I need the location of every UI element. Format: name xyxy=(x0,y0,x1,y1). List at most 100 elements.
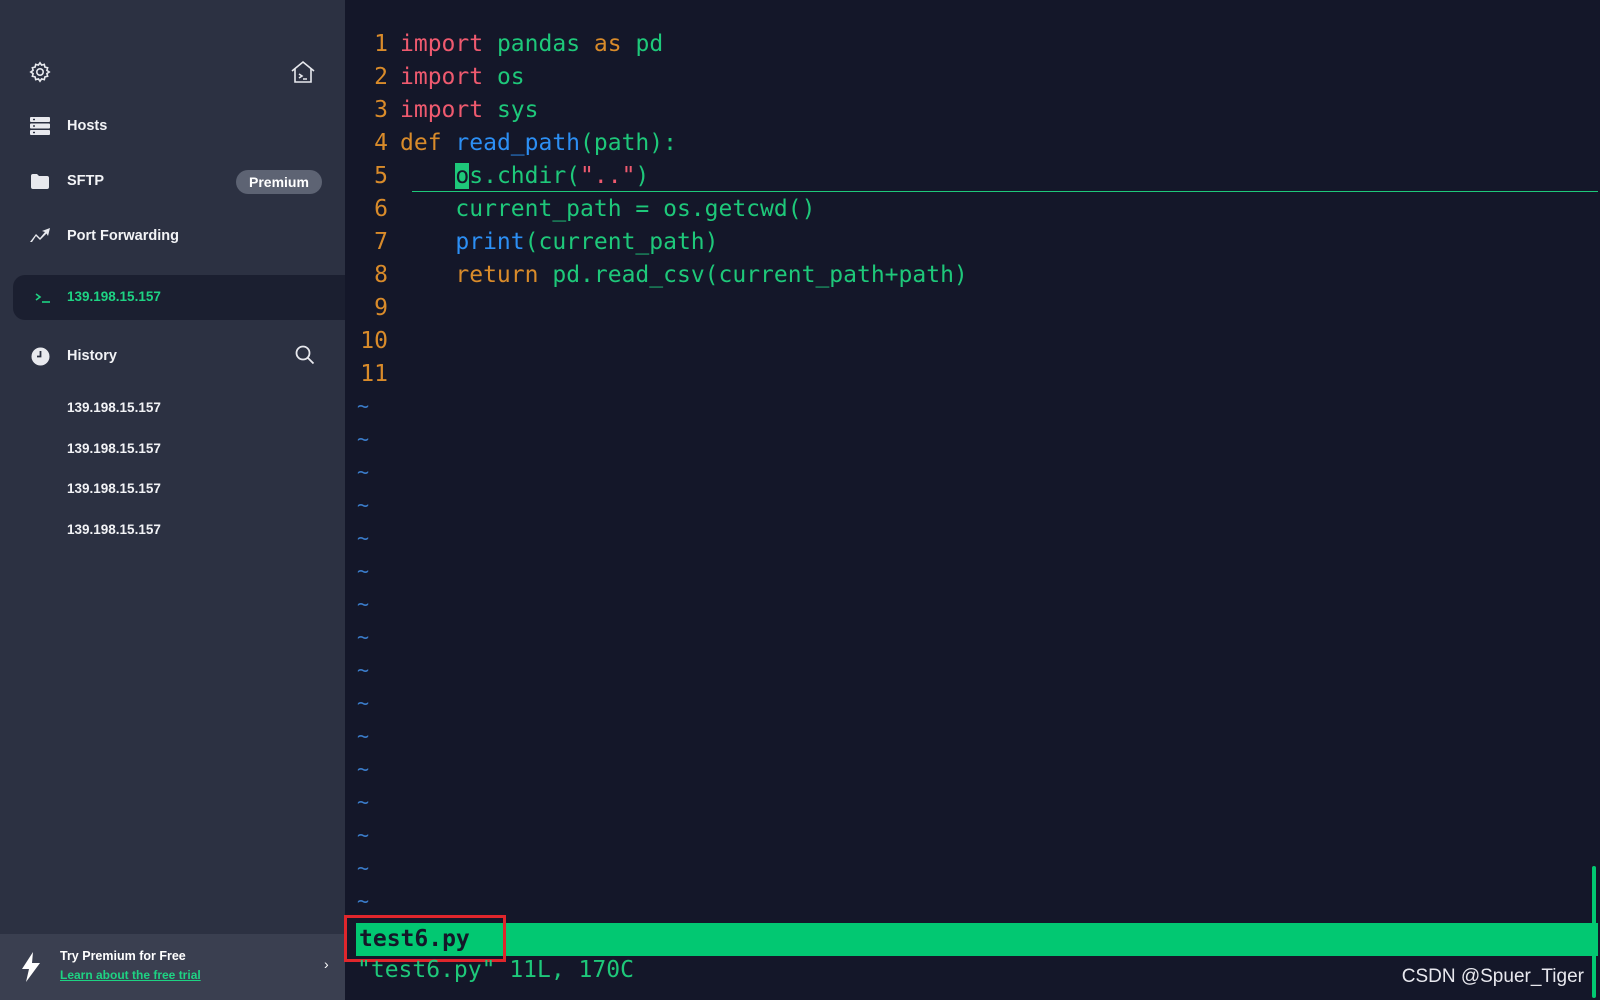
tilde-marker: ~ xyxy=(357,724,370,748)
terminal-prompt-icon xyxy=(31,286,55,310)
code-token: ) xyxy=(635,163,650,189)
tilde-marker: ~ xyxy=(357,526,370,550)
code-token: import xyxy=(400,64,484,90)
tilde-marker: ~ xyxy=(357,559,370,583)
tilde-marker: ~ xyxy=(357,394,370,418)
tilde-marker: ~ xyxy=(357,658,370,682)
code-token: pd xyxy=(635,31,664,57)
chevron-right-icon[interactable]: › xyxy=(324,956,329,972)
line-number: 2 xyxy=(374,64,388,90)
hosts-icon xyxy=(28,114,52,138)
code-line[interactable]: 10 xyxy=(345,325,400,358)
code-token: as xyxy=(593,31,622,57)
code-token: import xyxy=(400,31,484,57)
gear-icon[interactable] xyxy=(28,60,52,84)
clock-icon xyxy=(28,344,52,368)
search-icon[interactable] xyxy=(294,344,318,368)
tilde-marker: ~ xyxy=(357,493,370,517)
sidebar-item-label: Port Forwarding xyxy=(67,228,179,244)
line-number: 4 xyxy=(374,130,388,156)
history-item[interactable]: 139.198.15.157 xyxy=(67,481,161,496)
code-token: print xyxy=(455,229,525,255)
line-number: 1 xyxy=(374,31,388,57)
sidebar-item-sftp[interactable]: SFTP Premium xyxy=(0,159,345,203)
tilde-marker: ~ xyxy=(357,757,370,781)
code-token: s.chdir( xyxy=(469,163,581,189)
code-token: os xyxy=(496,64,525,90)
code-token: pandas xyxy=(496,31,581,57)
line-number: 8 xyxy=(374,262,388,288)
tilde-marker: ~ xyxy=(357,823,370,847)
port-forwarding-icon xyxy=(28,224,52,248)
tilde-marker: ~ xyxy=(357,691,370,715)
vim-command-line[interactable]: "test6.py" 11L, 170C xyxy=(357,954,634,987)
sidebar-item-port-forwarding[interactable]: Port Forwarding xyxy=(0,214,345,258)
free-trial-link[interactable]: Learn about the free trial xyxy=(60,968,201,982)
folder-icon xyxy=(28,169,52,193)
active-session-label: 139.198.15.157 xyxy=(67,289,161,304)
code-token: (current_path) xyxy=(524,229,719,255)
vim-status-bar: test6.py xyxy=(344,915,1598,962)
history-item[interactable]: 139.198.15.157 xyxy=(67,400,161,415)
sidebar-item-label: SFTP xyxy=(67,173,105,189)
code-token: sys xyxy=(496,97,539,123)
code-line[interactable]: 2 import os xyxy=(345,61,525,94)
sidebar-item-label: Hosts xyxy=(67,118,108,134)
code-token: return xyxy=(455,262,539,288)
code-line[interactable]: 8 return pd.read_csv(current_path+path) xyxy=(345,259,968,292)
home-terminal-icon[interactable] xyxy=(290,60,315,84)
code-line[interactable]: 9 xyxy=(345,292,400,325)
code-token: current_path = os.getcwd() xyxy=(455,196,816,222)
tilde-marker: ~ xyxy=(357,427,370,451)
line-number: 6 xyxy=(374,196,388,222)
code-line[interactable]: 3 import sys xyxy=(345,94,539,127)
tilde-marker: ~ xyxy=(357,856,370,880)
sidebar: Hosts SFTP Premium Port Forwarding 139.1… xyxy=(0,0,345,1000)
watermark: CSDN @Spuer_Tiger xyxy=(1401,966,1584,987)
sidebar-item-label: History xyxy=(67,348,117,364)
line-number: 9 xyxy=(374,295,388,321)
line-number: 11 xyxy=(360,361,388,387)
code-line[interactable]: 7 print(current_path) xyxy=(345,226,719,259)
history-item[interactable]: 139.198.15.157 xyxy=(67,522,161,537)
premium-badge: Premium xyxy=(236,170,322,194)
sidebar-item-history[interactable]: History xyxy=(0,334,345,378)
tilde-marker: ~ xyxy=(357,592,370,616)
code-token: ".." xyxy=(580,163,636,189)
history-item[interactable]: 139.198.15.157 xyxy=(67,441,161,456)
code-line[interactable]: 1 import pandas as pd xyxy=(345,28,663,61)
code-line[interactable]: 4 def read_path(path): xyxy=(345,127,677,160)
code-token: import xyxy=(400,97,484,123)
terminal-pane[interactable]: 1 import pandas as pd 2 import os 3 import sy… xyxy=(344,0,1600,1000)
code-token: pd.read_csv(current_path+path) xyxy=(552,262,968,288)
sidebar-item-active-session[interactable]: 139.198.15.157 xyxy=(13,275,345,320)
cursor-line xyxy=(412,191,1598,192)
tilde-marker: ~ xyxy=(357,625,370,649)
tilde-marker: ~ xyxy=(357,460,370,484)
code-token: read_path xyxy=(455,130,581,156)
code-line[interactable]: 6 current_path = os.getcwd() xyxy=(345,193,815,226)
sidebar-item-hosts[interactable]: Hosts xyxy=(0,104,345,148)
code-line[interactable]: 11 xyxy=(345,358,400,391)
lightning-bolt-icon xyxy=(20,952,42,982)
code-line[interactable]: 5 os.chdir("..") xyxy=(345,160,649,193)
line-number: 7 xyxy=(374,229,388,255)
promo-title: Try Premium for Free xyxy=(60,949,186,963)
text-cursor: o xyxy=(455,163,470,189)
scrollbar-thumb[interactable] xyxy=(1592,866,1596,998)
line-number: 10 xyxy=(360,328,388,354)
code-token: (path): xyxy=(580,130,677,156)
tilde-marker: ~ xyxy=(357,790,370,814)
premium-promo: Try Premium for Free Learn about the fre… xyxy=(0,934,345,1000)
line-number: 5 xyxy=(374,163,388,189)
